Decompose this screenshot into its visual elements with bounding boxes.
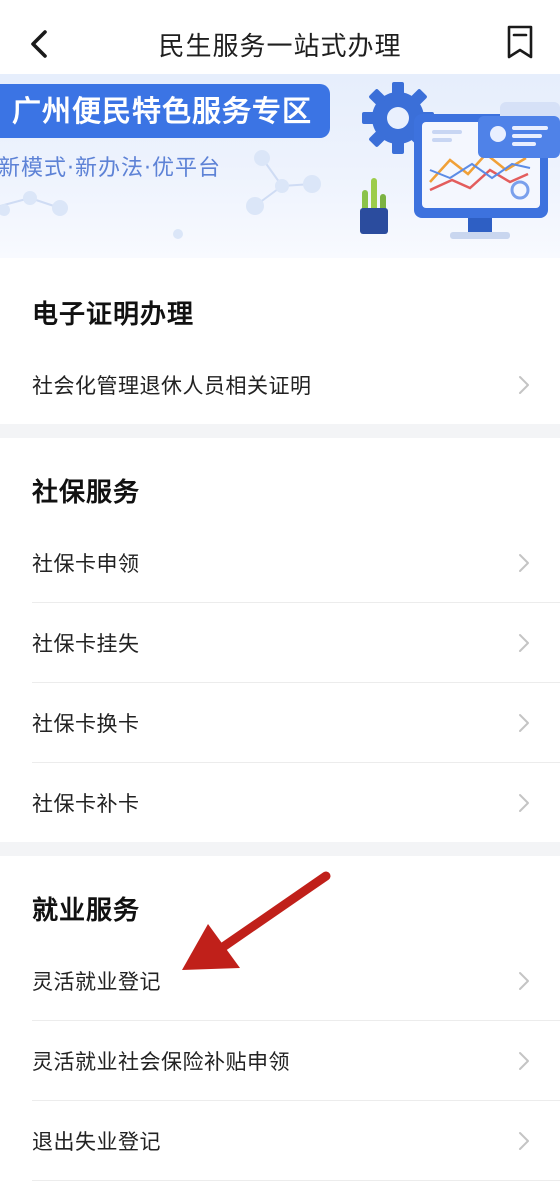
list-item-label: 退出失业登记 (32, 1130, 161, 1154)
chevron-right-icon (519, 634, 529, 652)
service-banner[interactable]: 广州便民特色服务专区 新模式·新办法·优平台 (0, 74, 560, 258)
section-divider (0, 842, 560, 856)
row-separator (32, 1180, 560, 1181)
list-item[interactable]: 灵活就业社会保险补贴申领 (0, 1021, 560, 1101)
list-item[interactable]: 社保卡挂失 (0, 603, 560, 683)
list-item-label: 社保卡换卡 (32, 712, 140, 736)
bookmark-button[interactable] (504, 24, 536, 60)
chevron-right-icon (519, 794, 529, 812)
chevron-right-icon (519, 376, 529, 394)
list-item-label: 灵活就业社会保险补贴申领 (32, 1050, 290, 1074)
chevron-right-icon (519, 1132, 529, 1150)
list-item[interactable]: 社保卡补卡 (0, 763, 560, 843)
list-item-label: 社会化管理退休人员相关证明 (32, 374, 312, 398)
monitor-chart-illustration (360, 82, 560, 239)
banner-subtitle: 新模式·新办法·优平台 (0, 156, 221, 181)
section-divider (0, 424, 560, 438)
list-item[interactable]: 社保卡申领 (0, 523, 560, 603)
list-item[interactable]: 灵活就业登记 (0, 941, 560, 1021)
list-item[interactable]: 退出失业登记 (0, 1101, 560, 1181)
bookmark-icon (507, 25, 533, 59)
list-item-label: 灵活就业登记 (32, 970, 161, 994)
chevron-right-icon (519, 714, 529, 732)
chevron-right-icon (519, 554, 529, 572)
section-title-social-security: 社保服务 (32, 478, 141, 508)
list-item[interactable]: 社保卡换卡 (0, 683, 560, 763)
page-title: 民生服务一站式办理 (158, 32, 402, 62)
list-item-label: 社保卡申领 (32, 552, 140, 576)
chevron-right-icon (519, 972, 529, 990)
banner-tag: 广州便民特色服务专区 (0, 84, 331, 138)
list-item-label: 社保卡补卡 (32, 792, 140, 816)
section-title-e-certificate: 电子证明办理 (32, 300, 195, 330)
list-item-label: 社保卡挂失 (32, 632, 140, 656)
section-title-employment: 就业服务 (32, 896, 141, 926)
chevron-right-icon (519, 1052, 529, 1070)
list-item[interactable]: 社会化管理退休人员相关证明 (0, 345, 560, 425)
